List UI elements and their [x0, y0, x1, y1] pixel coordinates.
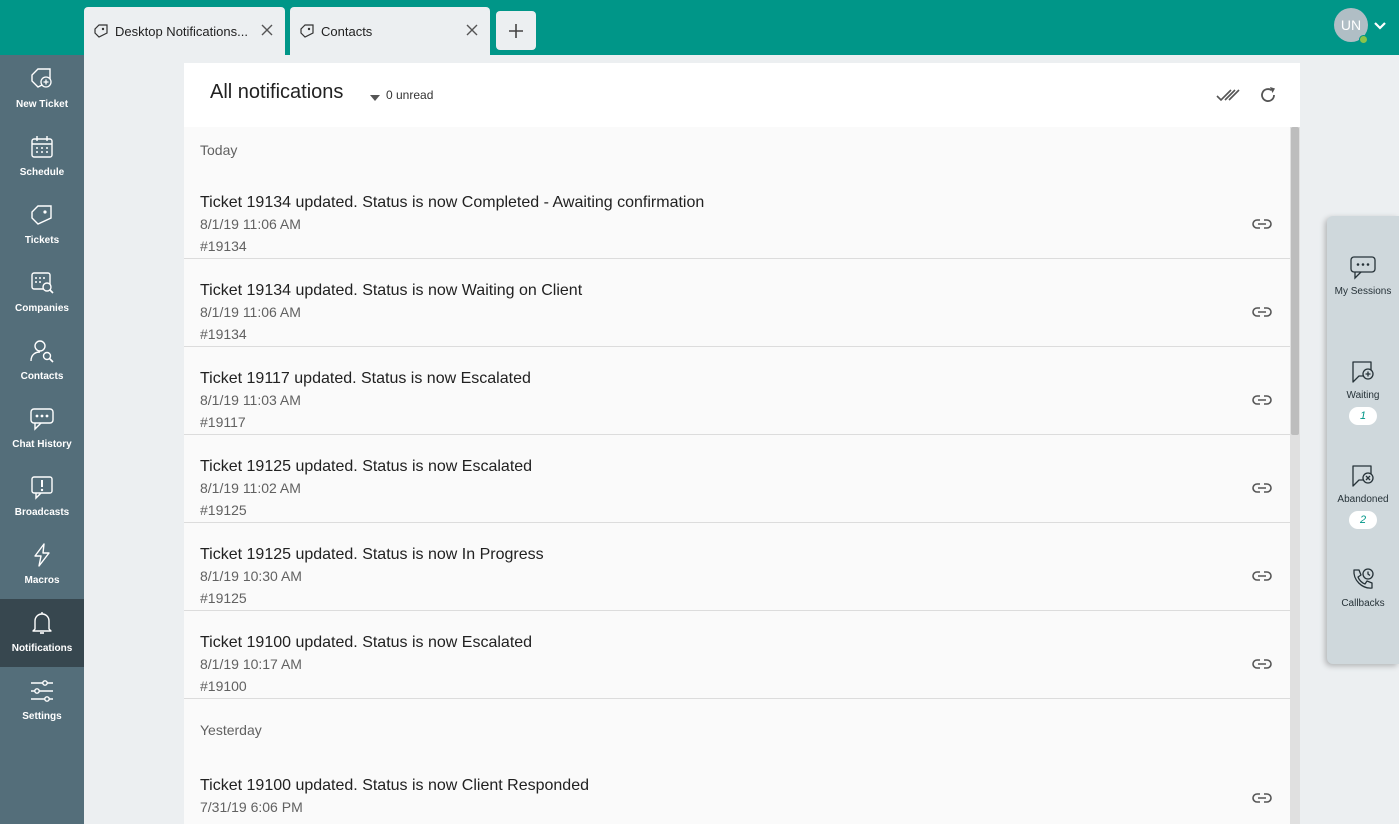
calendar-icon [28, 133, 56, 161]
link-icon[interactable] [1250, 790, 1274, 806]
ticket-icon [28, 201, 56, 229]
dock-item-waiting[interactable]: Waiting 1 [1327, 358, 1399, 425]
notification-ticket-id: #19134 [200, 238, 247, 254]
link-icon[interactable] [1250, 304, 1274, 320]
unread-count: 0 unread [386, 88, 434, 102]
chat-sessions-icon [1349, 254, 1377, 282]
tab-contacts[interactable]: Contacts [290, 7, 490, 55]
notification-time: 8/1/19 11:03 AM [200, 392, 301, 408]
notification-ticket-id: #19100 [200, 678, 247, 694]
chat-add-icon [1349, 358, 1377, 386]
notification-time: 8/1/19 10:30 AM [200, 568, 302, 584]
nav-item-broadcasts[interactable]: Broadcasts [0, 463, 84, 531]
tab-label: Contacts [321, 23, 373, 39]
nav-item-notifications[interactable]: Notifications [0, 599, 84, 667]
page-title: All notifications [210, 81, 344, 103]
notification-ticket-id: #19117 [200, 414, 246, 430]
chat-cancel-icon [1349, 462, 1377, 490]
close-icon[interactable] [259, 22, 275, 38]
sliders-icon [28, 677, 56, 705]
ticket-plus-icon [28, 65, 56, 93]
nav-item-macros[interactable]: Macros [0, 531, 84, 599]
notification-time: 8/1/19 10:17 AM [200, 656, 302, 672]
add-tab-button[interactable] [496, 11, 536, 50]
notification-title: Ticket 19125 updated. Status is now In P… [200, 546, 544, 563]
nav-item-new-ticket[interactable]: New Ticket [0, 55, 84, 123]
refresh-icon[interactable] [1256, 83, 1280, 107]
chat-history-icon [28, 405, 56, 433]
link-icon[interactable] [1250, 480, 1274, 496]
panel-header: All notifications 0 unread [184, 63, 1300, 127]
notification-title: Ticket 19100 updated. Status is now Esca… [200, 634, 533, 651]
count-badge: 1 [1349, 407, 1377, 425]
notification-title: Ticket 19125 updated. Status is now Esca… [200, 458, 533, 475]
tab-label: Desktop Notifications... [115, 23, 248, 39]
tab-desktop-notifications[interactable]: Desktop Notifications... [84, 7, 285, 55]
link-icon[interactable] [1250, 568, 1274, 584]
notification-item[interactable]: Ticket 19125 updated. Status is now In P… [184, 523, 1290, 611]
companies-search-icon [28, 269, 56, 297]
nav-item-tickets[interactable]: Tickets [0, 191, 84, 259]
left-navigation: New Ticket Schedule Tickets Companies Co… [0, 55, 84, 824]
bell-icon [28, 609, 56, 637]
presence-status-dot [1359, 35, 1368, 44]
nav-item-chat-history[interactable]: Chat History [0, 395, 84, 463]
notification-title: Ticket 19100 updated. Status is now Clie… [200, 777, 589, 794]
lightning-icon [28, 541, 56, 569]
notification-item[interactable]: Ticket 19117 updated. Status is now Esca… [184, 347, 1290, 435]
notification-title: Ticket 19117 updated. Status is now Esca… [200, 370, 531, 387]
link-icon[interactable] [1250, 656, 1274, 672]
nav-item-companies[interactable]: Companies [0, 259, 84, 327]
link-icon[interactable] [1250, 392, 1274, 408]
dock-item-abandoned[interactable]: Abandoned 2 [1327, 462, 1399, 529]
notification-item[interactable]: Ticket 19100 updated. Status is now Esca… [184, 611, 1290, 699]
nav-item-schedule[interactable]: Schedule [0, 123, 84, 191]
notification-title: Ticket 19134 updated. Status is now Wait… [200, 282, 583, 299]
nav-item-contacts[interactable]: Contacts [0, 327, 84, 395]
notification-list: Today Ticket 19134 updated. Status is no… [184, 127, 1290, 824]
dock-item-my-sessions[interactable]: My Sessions [1327, 254, 1399, 297]
count-badge: 2 [1349, 511, 1377, 529]
notification-item[interactable]: Ticket 19134 updated. Status is now Wait… [184, 259, 1290, 347]
plus-icon [509, 23, 523, 38]
caret-down-icon[interactable] [369, 89, 381, 101]
notification-time: 8/1/19 11:02 AM [200, 480, 301, 496]
ticket-icon [298, 22, 316, 40]
notification-ticket-id: #19125 [200, 590, 247, 606]
notification-item[interactable]: Ticket 19134 updated. Status is now Comp… [184, 171, 1290, 259]
contact-search-icon [28, 337, 56, 365]
notification-ticket-id: #19134 [200, 326, 247, 342]
dock-item-callbacks[interactable]: Callbacks [1327, 566, 1399, 609]
close-icon[interactable] [464, 22, 480, 38]
notification-time: 8/1/19 11:06 AM [200, 216, 301, 232]
top-bar: Desktop Notifications... Contacts UN [0, 0, 1399, 55]
notifications-panel: All notifications 0 unread Today Ticket … [184, 63, 1300, 824]
notification-ticket-id: #19125 [200, 502, 247, 518]
ticket-icon [92, 22, 110, 40]
notification-time: 7/31/19 6:06 PM [200, 799, 303, 815]
group-header: Yesterday [200, 722, 262, 738]
session-dock: My Sessions Waiting 1 Abandoned 2 Callba… [1327, 216, 1399, 664]
mark-all-read-icon[interactable] [1214, 84, 1242, 106]
notification-time: 8/1/19 11:06 AM [200, 304, 301, 320]
chevron-down-icon[interactable] [1372, 18, 1388, 34]
notification-title: Ticket 19134 updated. Status is now Comp… [200, 194, 705, 211]
notification-item[interactable]: Ticket 19100 updated. Status is now Clie… [184, 761, 1290, 824]
notification-item[interactable]: Ticket 19125 updated. Status is now Esca… [184, 435, 1290, 523]
scrollbar-thumb[interactable] [1291, 127, 1299, 435]
broadcast-icon [28, 473, 56, 501]
group-header: Today [200, 142, 238, 158]
link-icon[interactable] [1250, 216, 1274, 232]
nav-item-settings[interactable]: Settings [0, 667, 84, 735]
phone-clock-icon [1349, 566, 1377, 594]
